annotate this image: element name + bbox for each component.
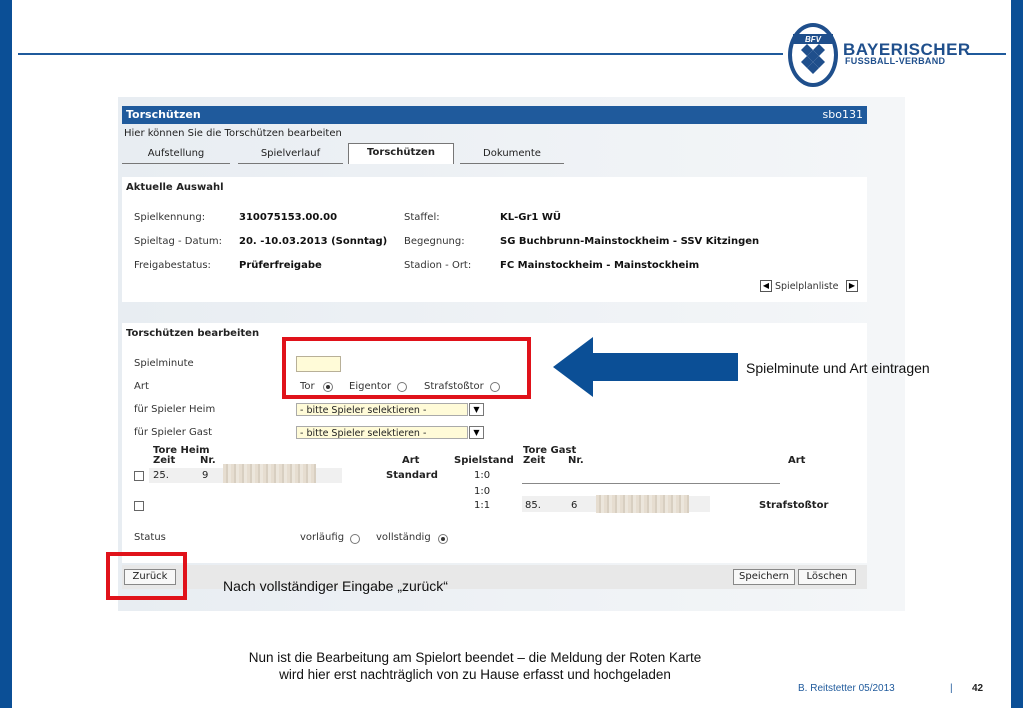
app-id: sbo131 — [822, 108, 863, 121]
heim-player-select[interactable]: - bitte Spieler selektieren - — [296, 403, 468, 416]
highlight-box-input — [282, 337, 531, 399]
next-arrow-icon[interactable]: ▶ — [846, 280, 858, 292]
save-button[interactable]: Speichern — [733, 569, 795, 585]
tab-torschuetzen[interactable]: Torschützen — [348, 143, 454, 164]
app-title: Torschützen — [126, 108, 201, 121]
gast-player-select[interactable]: - bitte Spieler selektieren - — [296, 426, 468, 439]
slide-border-right — [1011, 0, 1023, 708]
status-label: Status — [134, 532, 166, 543]
tab-aufstellung[interactable]: Aufstellung — [122, 145, 230, 164]
table-cell: Strafstoßtor — [759, 500, 829, 511]
field-value: SG Buchbrunn-Mainstockheim - SSV Kitzing… — [500, 236, 760, 247]
status-vollstaendig-radio[interactable] — [438, 534, 448, 544]
header-rule — [18, 53, 783, 55]
divider — [522, 483, 780, 484]
field-value: Prüferfreigabe — [239, 260, 322, 271]
tab-dokumente[interactable]: Dokumente — [460, 145, 564, 164]
col-art: Art — [402, 455, 420, 466]
gast-row-checkbox[interactable] — [134, 501, 144, 511]
field-label: Stadion - Ort: — [404, 260, 472, 271]
art-label: Art — [134, 381, 149, 392]
status-vorlaeufig-radio[interactable] — [350, 534, 360, 544]
col-art: Art — [788, 455, 806, 466]
status-option-label: vorläufig — [300, 532, 345, 543]
status-option-label: vollständig — [376, 532, 431, 543]
field-label: Begegnung: — [404, 236, 465, 247]
table-cell: 25. — [153, 470, 169, 481]
bfv-logo-icon: BFV — [788, 23, 838, 87]
author-date: B. Reitstetter 05/2013 — [798, 683, 895, 694]
current-selection-section: Aktuelle Auswahl Spielkennung: 310075153… — [122, 177, 867, 302]
slide-border-left — [0, 0, 12, 708]
field-value: 20. -10.03.2013 (Sonntag) — [239, 236, 388, 247]
spielstand-cell: 1:1 — [474, 500, 491, 511]
heim-label: für Spieler Heim — [134, 404, 216, 415]
arrow-left-icon — [553, 337, 738, 397]
highlight-box-back — [106, 552, 187, 600]
col-nr: Nr. — [200, 455, 216, 466]
header-rule-right — [968, 53, 1006, 55]
page-number: 42 — [972, 683, 984, 694]
col-nr: Nr. — [568, 455, 584, 466]
player-name-redacted — [596, 495, 689, 513]
logo-subtitle: FUSSBALL-VERBAND — [845, 56, 946, 66]
note-line-1: Nun ist die Bearbeitung am Spielort been… — [248, 650, 702, 665]
col-zeit: Zeit — [523, 455, 546, 466]
field-label: Freigabestatus: — [134, 260, 211, 271]
delete-button[interactable]: Löschen — [798, 569, 856, 585]
spielstand-cell: 1:0 — [474, 486, 491, 497]
table-cell: Standard — [386, 470, 438, 481]
callout-back: Nach vollständiger Eingabe „zurück“ — [223, 578, 448, 594]
section-title: Torschützen bearbeiten — [126, 328, 260, 339]
app-subtitle: Hier können Sie die Torschützen bearbeit… — [124, 128, 342, 139]
section-title: Aktuelle Auswahl — [126, 182, 224, 193]
table-cell: 85. — [525, 500, 541, 511]
field-label: Spieltag - Datum: — [134, 236, 222, 247]
field-value: KL-Gr1 WÜ — [500, 212, 562, 223]
footer-separator: | — [950, 683, 953, 694]
table-cell: 9 — [202, 470, 209, 481]
callout-spielminute: Spielminute und Art eintragen — [746, 360, 930, 376]
note-line-2: wird hier erst nachträglich von zu Hause… — [279, 667, 671, 682]
spielstand-cell: 1:0 — [474, 470, 491, 481]
col-zeit: Zeit — [153, 455, 176, 466]
chevron-down-icon[interactable]: ▼ — [469, 403, 484, 416]
spielplanliste-link[interactable]: Spielplanliste — [775, 281, 839, 292]
gast-label: für Spieler Gast — [134, 427, 213, 438]
heim-row-checkbox[interactable] — [134, 471, 144, 481]
table-cell: 6 — [571, 500, 578, 511]
field-value: 310075153.00.00 — [239, 212, 338, 223]
col-spielstand: Spielstand — [454, 455, 514, 466]
field-label: Spielkennung: — [134, 212, 206, 223]
chevron-down-icon[interactable]: ▼ — [469, 426, 484, 439]
field-value: FC Mainstockheim - Mainstockheim — [500, 260, 700, 271]
field-label: Staffel: — [404, 212, 440, 223]
spielminute-label: Spielminute — [134, 358, 194, 369]
logo-mark: BFV — [805, 35, 822, 44]
app-header: Torschützen sbo131 — [122, 106, 867, 124]
player-name-redacted — [223, 464, 316, 483]
tab-spielverlauf[interactable]: Spielverlauf — [238, 145, 343, 164]
prev-arrow-icon[interactable]: ◀ — [760, 280, 772, 292]
